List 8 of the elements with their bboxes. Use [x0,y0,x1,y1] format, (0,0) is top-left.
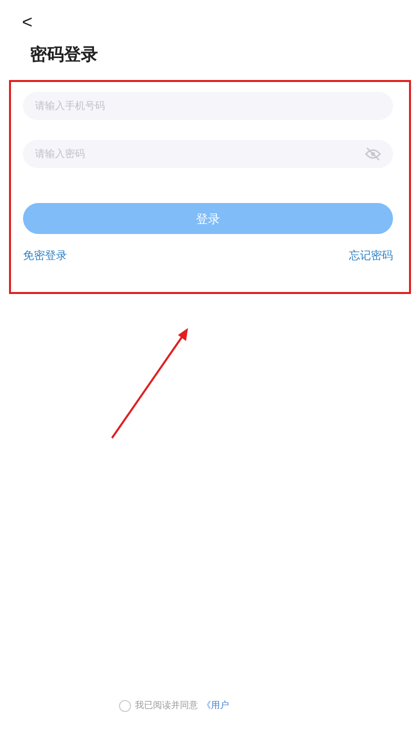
eye-off-icon[interactable] [365,147,381,161]
agreement-checkbox[interactable] [119,700,131,712]
back-button[interactable]: < [18,12,37,32]
agreement-text: 我已阅读并同意 [135,699,198,712]
text-link[interactable]: 忘记密码 [349,248,393,264]
page-title: 密码登录 [30,45,98,64]
text-link[interactable]: 免密登录 [23,248,67,264]
agreement-link[interactable]: 《用户 [202,699,229,712]
